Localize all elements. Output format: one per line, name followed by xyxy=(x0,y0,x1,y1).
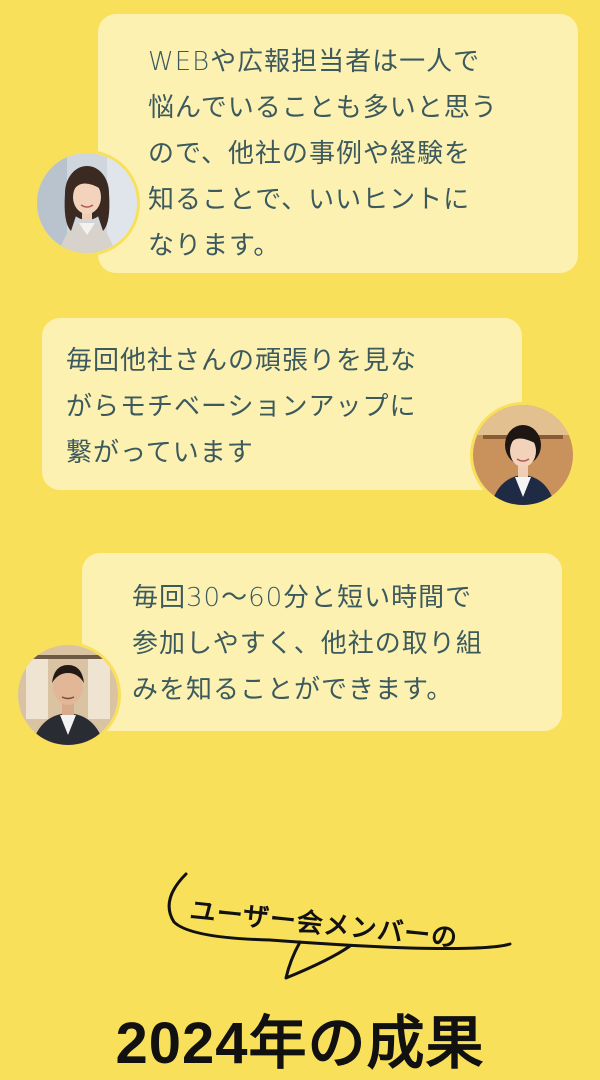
testimonial-text: 毎回30〜60分と短い時間で 参加しやすく、他社の取り組 みを知ることができます… xyxy=(132,583,483,705)
testimonial-bubble-2: 毎回他社さんの頑張りを見な がらモチベーションアップに 繋がっています xyxy=(42,318,522,490)
testimonial-text: WEBや広報担当者は一人で 悩んでいることも多いと思う ので、他社の事例や経験を… xyxy=(148,47,498,261)
page-title: 2024年の成果 xyxy=(115,1011,485,1076)
woman-portrait-avatar xyxy=(34,150,140,256)
subtitle-callout: ユーザー会メンバーの xyxy=(150,870,530,990)
testimonial-text: 毎回他社さんの頑張りを見な がらモチベーションアップに 繋がっています xyxy=(66,346,418,468)
testimonial-bubble-3: 毎回30〜60分と短い時間で 参加しやすく、他社の取り組 みを知ることができます… xyxy=(82,553,562,731)
man-suit-portrait-avatar xyxy=(15,642,121,748)
testimonial-bubble-1: WEBや広報担当者は一人で 悩んでいることも多いと思う ので、他社の事例や経験を… xyxy=(98,14,578,273)
woman-uniform-portrait-avatar xyxy=(470,402,576,508)
